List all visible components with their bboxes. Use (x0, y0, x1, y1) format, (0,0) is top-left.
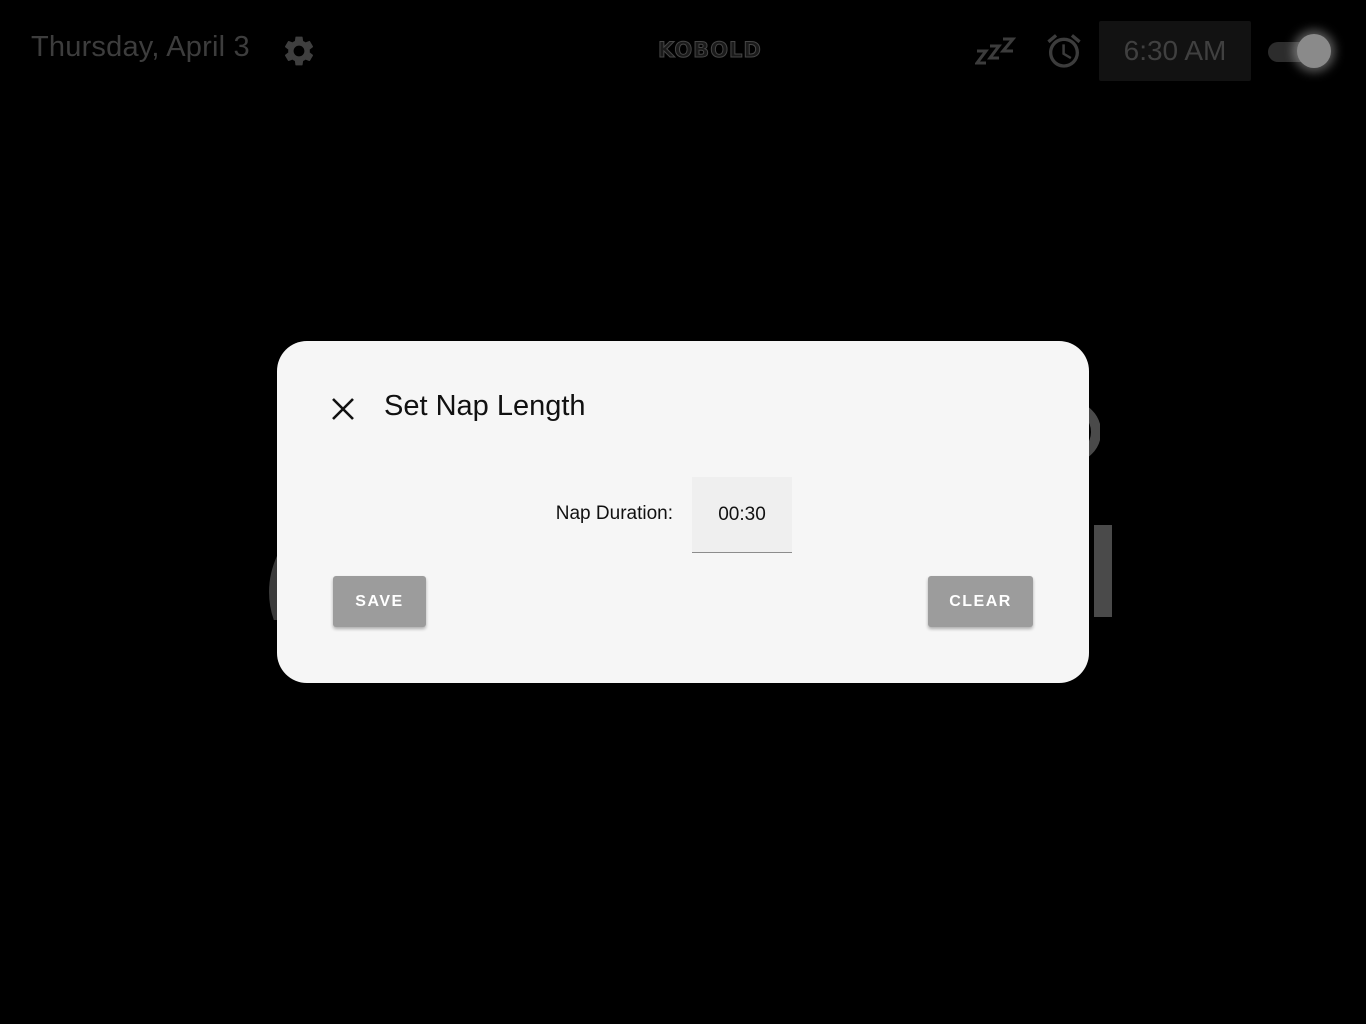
background-clock-fragment (1088, 515, 1118, 625)
close-icon (332, 398, 354, 420)
nap-length-dialog: Set Nap Length Nap Duration: SAVE CLEAR (277, 341, 1089, 683)
alarm-toggle[interactable] (1268, 34, 1332, 68)
background-digit-shape (1094, 525, 1112, 617)
alarm-time-button[interactable]: 6:30 AM (1099, 21, 1251, 81)
nap-duration-label: Nap Duration: (555, 503, 673, 524)
top-bar: Thursday, April 3 KOBOLD 6:30 AM (0, 0, 1366, 102)
current-date: Thursday, April 3 (31, 31, 250, 63)
alarm-clock-icon[interactable] (1044, 31, 1084, 71)
kobold-logo: KOBOLD (658, 38, 762, 63)
clear-button[interactable]: CLEAR (928, 576, 1033, 627)
nap-duration-input[interactable] (692, 477, 792, 553)
snooze-zzz-icon[interactable] (975, 36, 1017, 66)
save-button[interactable]: SAVE (333, 576, 426, 627)
gear-icon[interactable] (281, 33, 317, 69)
nap-screen: Thursday, April 3 KOBOLD 6:30 AM Set Nap… (0, 0, 1366, 1024)
dialog-title: Set Nap Length (384, 390, 586, 422)
close-button[interactable] (321, 387, 365, 431)
toggle-thumb (1297, 34, 1331, 68)
